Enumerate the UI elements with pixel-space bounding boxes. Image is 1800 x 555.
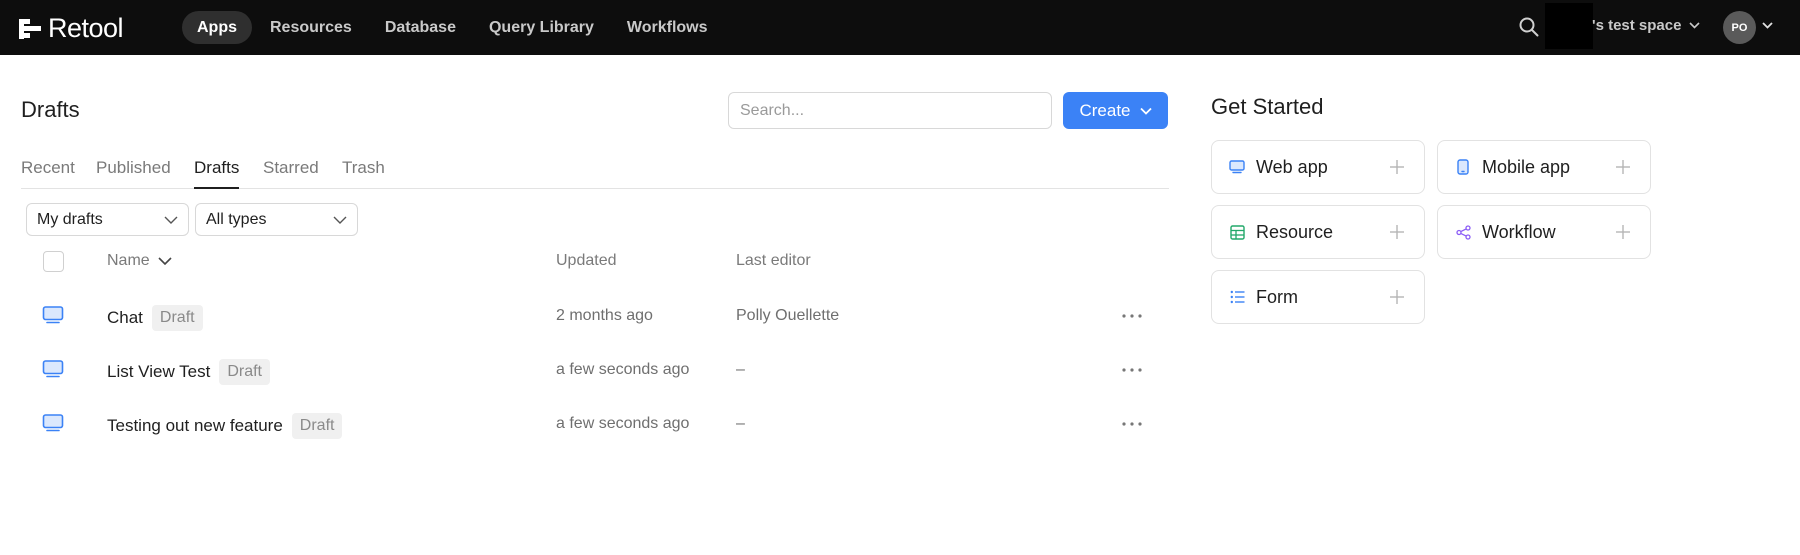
nav-resources[interactable]: Resources xyxy=(255,11,367,44)
nav-apps[interactable]: Apps xyxy=(182,11,252,44)
create-workflow-card[interactable]: Workflow xyxy=(1437,205,1651,259)
plus-icon xyxy=(1390,160,1404,174)
card-label: Form xyxy=(1256,286,1298,307)
card-label: Workflow xyxy=(1482,221,1556,242)
workspace-switcher[interactable]: 's test space xyxy=(1592,17,1701,34)
avatar[interactable]: PO xyxy=(1723,11,1756,44)
select-all-checkbox[interactable] xyxy=(43,251,64,272)
app-name-cell[interactable]: Testing out new feature Draft xyxy=(107,413,343,439)
monitor-icon xyxy=(42,414,64,432)
column-header-name[interactable]: Name xyxy=(107,252,172,270)
chevron-down-icon xyxy=(1139,107,1152,115)
card-label: Mobile app xyxy=(1482,156,1571,177)
card-label: Resource xyxy=(1256,221,1334,242)
more-options-icon[interactable] xyxy=(1120,311,1144,321)
updated-cell: a few seconds ago xyxy=(556,415,690,432)
owner-filter-select[interactable]: My drafts xyxy=(26,203,189,236)
chevron-down-icon xyxy=(164,216,178,224)
plus-icon xyxy=(1390,290,1404,304)
create-web-app-card[interactable]: Web app xyxy=(1211,140,1425,194)
top-navigation-bar: Retool Apps Resources Database Query Lib… xyxy=(0,0,1800,55)
create-mobile-app-card[interactable]: Mobile app xyxy=(1437,140,1651,194)
tab-starred[interactable]: Starred xyxy=(263,158,319,189)
app-name: List View Test xyxy=(107,362,211,381)
status-badge: Draft xyxy=(291,413,343,439)
more-options-icon[interactable] xyxy=(1120,365,1144,375)
owner-filter-value: My drafts xyxy=(37,210,103,228)
last-editor-cell: Polly Ouellette xyxy=(736,307,840,324)
create-form-card[interactable]: Form xyxy=(1211,270,1425,324)
create-resource-card[interactable]: Resource xyxy=(1211,205,1425,259)
monitor-icon xyxy=(42,306,64,324)
tab-drafts[interactable]: Drafts xyxy=(194,158,240,189)
share-nodes-icon xyxy=(1455,224,1471,240)
chevron-down-icon[interactable] xyxy=(1762,22,1773,29)
table-icon xyxy=(1229,224,1245,240)
type-filter-value: All types xyxy=(206,210,267,228)
create-button[interactable]: Create xyxy=(1063,92,1168,129)
tab-published[interactable]: Published xyxy=(96,158,171,189)
status-badge: Draft xyxy=(219,359,270,385)
updated-cell: a few seconds ago xyxy=(556,361,690,378)
brand-name: Retool xyxy=(48,13,124,43)
get-started-title: Get Started xyxy=(1211,94,1324,119)
card-label: Web app xyxy=(1256,156,1328,177)
plus-icon xyxy=(1390,225,1404,239)
tab-recent[interactable]: Recent xyxy=(21,158,75,189)
phone-icon xyxy=(1455,159,1471,175)
chevron-down-icon xyxy=(333,216,347,224)
app-name: Chat xyxy=(107,308,143,327)
updated-cell: 2 months ago xyxy=(556,307,653,324)
plus-icon xyxy=(1616,160,1630,174)
retool-logo-icon xyxy=(19,18,41,40)
last-editor-cell: – xyxy=(736,415,745,432)
app-name-cell[interactable]: List View Test Draft xyxy=(107,359,270,385)
search-icon[interactable] xyxy=(1518,16,1540,38)
list-icon xyxy=(1229,289,1245,305)
column-header-updated[interactable]: Updated xyxy=(556,252,617,270)
create-button-label: Create xyxy=(1079,100,1131,120)
plus-icon xyxy=(1616,225,1630,239)
status-badge: Draft xyxy=(151,305,203,331)
workspace-name: 's test space xyxy=(1592,17,1682,34)
nav-workflows[interactable]: Workflows xyxy=(612,11,723,44)
tab-bar: Recent Published Drafts Starred Trash xyxy=(21,156,1169,189)
tab-trash[interactable]: Trash xyxy=(342,158,385,189)
chevron-down-icon xyxy=(158,257,172,265)
column-header-last-editor[interactable]: Last editor xyxy=(736,252,811,270)
type-filter-select[interactable]: All types xyxy=(195,203,358,236)
monitor-icon xyxy=(1229,159,1245,175)
more-options-icon[interactable] xyxy=(1120,419,1144,429)
nav-database[interactable]: Database xyxy=(370,11,471,44)
column-name-label: Name xyxy=(107,252,150,269)
search-input[interactable] xyxy=(728,92,1052,129)
redacted-workspace-name xyxy=(1545,3,1593,49)
nav-query-library[interactable]: Query Library xyxy=(474,11,609,44)
chevron-down-icon xyxy=(1689,22,1701,29)
app-name-cell[interactable]: Chat Draft xyxy=(107,305,203,331)
page-title: Drafts xyxy=(21,97,80,122)
last-editor-cell: – xyxy=(736,361,745,378)
main-nav: Apps Resources Database Query Library Wo… xyxy=(182,11,726,44)
retool-logo[interactable]: Retool xyxy=(19,13,124,44)
app-name: Testing out new feature xyxy=(107,416,283,435)
monitor-icon xyxy=(42,360,64,378)
